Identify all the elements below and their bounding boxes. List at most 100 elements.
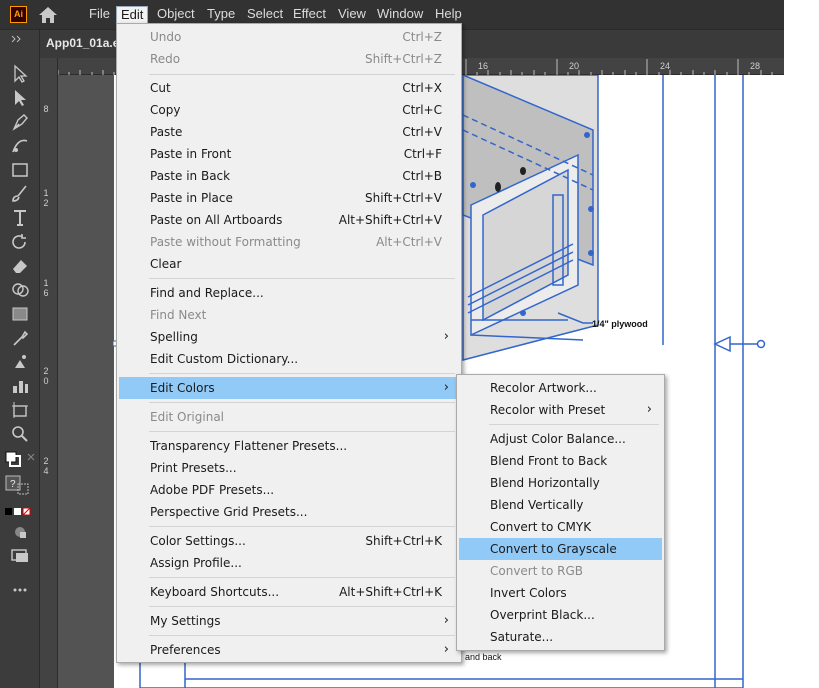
menu-item-undo[interactable]: Undo Ctrl+Z (119, 26, 459, 48)
menu-separator (149, 577, 455, 578)
menu-item-my-settings[interactable]: My Settings › (119, 610, 459, 632)
shape-builder-tool-icon[interactable] (10, 280, 30, 300)
type-tool-icon[interactable] (10, 208, 30, 228)
submenu-item-convert-to-rgb[interactable]: Convert to RGB (459, 560, 662, 582)
panel-collapse-icon[interactable] (10, 33, 30, 43)
menu-separator (489, 424, 659, 425)
ruler-label-24v: 2 4 (43, 456, 49, 476)
menu-item-paste-in-front[interactable]: Paste in Front Ctrl+F (119, 143, 459, 165)
ruler-label-16: 16 (478, 61, 489, 71)
menu-item-paste[interactable]: Paste Ctrl+V (119, 121, 459, 143)
menu-item-copy[interactable]: Copy Ctrl+C (119, 99, 459, 121)
submenu-item-convert-to-cmyk[interactable]: Convert to CMYK (459, 516, 662, 538)
ruler-label-24: 24 (660, 61, 671, 71)
submenu-item-blend-vertically[interactable]: Blend Vertically (459, 494, 662, 516)
menu-item-preferences[interactable]: Preferences › (119, 639, 459, 661)
edit-colors-submenu: Recolor Artwork... Recolor with Preset › … (456, 374, 665, 651)
submenu-item-recolor-with-preset[interactable]: Recolor with Preset › (459, 399, 662, 421)
menu-item-print-presets[interactable]: Print Presets... (119, 457, 459, 479)
chevron-right-icon: › (443, 329, 449, 344)
direct-selection-tool-icon[interactable] (10, 88, 30, 108)
menu-select[interactable]: Select (243, 6, 287, 24)
ruler-label-12: 1 2 (43, 188, 49, 208)
submenu-item-blend-horizontally[interactable]: Blend Horizontally (459, 472, 662, 494)
menu-item-assign-profile[interactable]: Assign Profile... (119, 552, 459, 574)
selection-tool-icon[interactable] (10, 64, 30, 84)
plywood-note: 1/4" plywood (592, 319, 648, 329)
submenu-item-adjust-color-balance[interactable]: Adjust Color Balance... (459, 428, 662, 450)
chevron-right-icon: › (443, 642, 449, 657)
menu-separator (149, 526, 455, 527)
ruler-label-28: 28 (750, 61, 761, 71)
menu-item-find-and-replace[interactable]: Find and Replace... (119, 282, 459, 304)
menu-item-edit-custom-dictionary[interactable]: Edit Custom Dictionary... (119, 348, 459, 370)
drawing-mode-icon[interactable] (10, 522, 30, 542)
menu-separator (149, 278, 455, 279)
color-mode-icons[interactable] (5, 506, 35, 516)
menu-separator (149, 635, 455, 636)
menu-item-paste-in-place[interactable]: Paste in Place Shift+Ctrl+V (119, 187, 459, 209)
menu-type[interactable]: Type (203, 6, 239, 24)
rectangle-tool-icon[interactable] (10, 160, 30, 180)
submenu-item-convert-to-grayscale[interactable]: Convert to Grayscale (459, 538, 662, 560)
home-icon[interactable] (38, 6, 58, 24)
zoom-tool-icon[interactable] (10, 424, 30, 444)
submenu-item-overprint-black[interactable]: Overprint Black... (459, 604, 662, 626)
symbol-sprayer-tool-icon[interactable] (10, 352, 30, 372)
ruler-label-20v: 2 0 (43, 366, 49, 386)
menu-item-adobe-pdf-presets[interactable]: Adobe PDF Presets... (119, 479, 459, 501)
screen-mode-icon[interactable] (10, 546, 30, 566)
graph-tool-icon[interactable] (10, 376, 30, 396)
ruler-label-8: 8 (43, 104, 49, 114)
svg-text:?: ? (10, 479, 16, 490)
menu-file[interactable]: File (85, 6, 114, 24)
menu-item-find-next[interactable]: Find Next (119, 304, 459, 326)
help-edit-toolbar-icon[interactable]: ? (4, 474, 36, 495)
eraser-tool-icon[interactable] (10, 256, 30, 276)
menu-item-cut[interactable]: Cut Ctrl+X (119, 77, 459, 99)
menu-item-clear[interactable]: Clear (119, 253, 459, 275)
artboard-tool-icon[interactable] (10, 400, 30, 420)
menu-item-edit-original[interactable]: Edit Original (119, 406, 459, 428)
chevron-right-icon: › (443, 380, 449, 395)
menu-item-spelling[interactable]: Spelling › (119, 326, 459, 348)
menu-item-perspective-grid-presets[interactable]: Perspective Grid Presets... (119, 501, 459, 523)
menu-item-transparency-flattener-presets[interactable]: Transparency Flattener Presets... (119, 435, 459, 457)
menu-item-redo[interactable]: Redo Shift+Ctrl+Z (119, 48, 459, 70)
menu-item-paste-without-formatting[interactable]: Paste without Formatting Alt+Ctrl+V (119, 231, 459, 253)
paintbrush-tool-icon[interactable] (10, 184, 30, 204)
menu-help[interactable]: Help (431, 6, 466, 24)
fill-stroke-swatch-icon[interactable] (4, 450, 38, 470)
chevron-right-icon: › (443, 613, 449, 628)
menu-item-color-settings[interactable]: Color Settings... Shift+Ctrl+K (119, 530, 459, 552)
eyedropper-tool-icon[interactable] (10, 328, 30, 348)
bottom-note: and back (465, 652, 502, 662)
menu-separator (149, 373, 455, 374)
ruler-label-16v: 1 6 (43, 278, 49, 298)
menu-view[interactable]: View (334, 6, 370, 24)
menu-item-paste-in-back[interactable]: Paste in Back Ctrl+B (119, 165, 459, 187)
document-tab[interactable]: App01_01a.e (46, 36, 119, 50)
pen-tool-icon[interactable] (10, 112, 30, 132)
vertical-ruler[interactable]: 8 1 2 1 6 2 0 2 4 (40, 58, 58, 688)
menu-object[interactable]: Object (153, 6, 199, 24)
gradient-tool-icon[interactable] (10, 304, 30, 324)
tools-panel: ? (0, 30, 40, 688)
submenu-item-recolor-artwork[interactable]: Recolor Artwork... (459, 377, 662, 399)
menu-item-edit-colors[interactable]: Edit Colors › (119, 377, 459, 399)
curvature-tool-icon[interactable] (10, 136, 30, 156)
edit-menu: Undo Ctrl+Z Redo Shift+Ctrl+Z Cut Ctrl+X Co… (116, 23, 462, 663)
rotate-tool-icon[interactable] (10, 232, 30, 252)
submenu-item-saturate[interactable]: Saturate... (459, 626, 662, 648)
menu-item-paste-on-all-artboards[interactable]: Paste on All Artboards Alt+Shift+Ctrl+V (119, 209, 459, 231)
menu-separator (149, 606, 455, 607)
more-tools-icon[interactable] (10, 580, 30, 600)
illustrator-logo: Ai (10, 6, 27, 23)
menu-window[interactable]: Window (373, 6, 427, 24)
menu-item-keyboard-shortcuts[interactable]: Keyboard Shortcuts... Alt+Shift+Ctrl+K (119, 581, 459, 603)
submenu-item-invert-colors[interactable]: Invert Colors (459, 582, 662, 604)
menu-separator (149, 402, 455, 403)
submenu-item-blend-front-to-back[interactable]: Blend Front to Back (459, 450, 662, 472)
menu-edit[interactable]: Edit (116, 6, 149, 24)
menu-effect[interactable]: Effect (289, 6, 330, 24)
